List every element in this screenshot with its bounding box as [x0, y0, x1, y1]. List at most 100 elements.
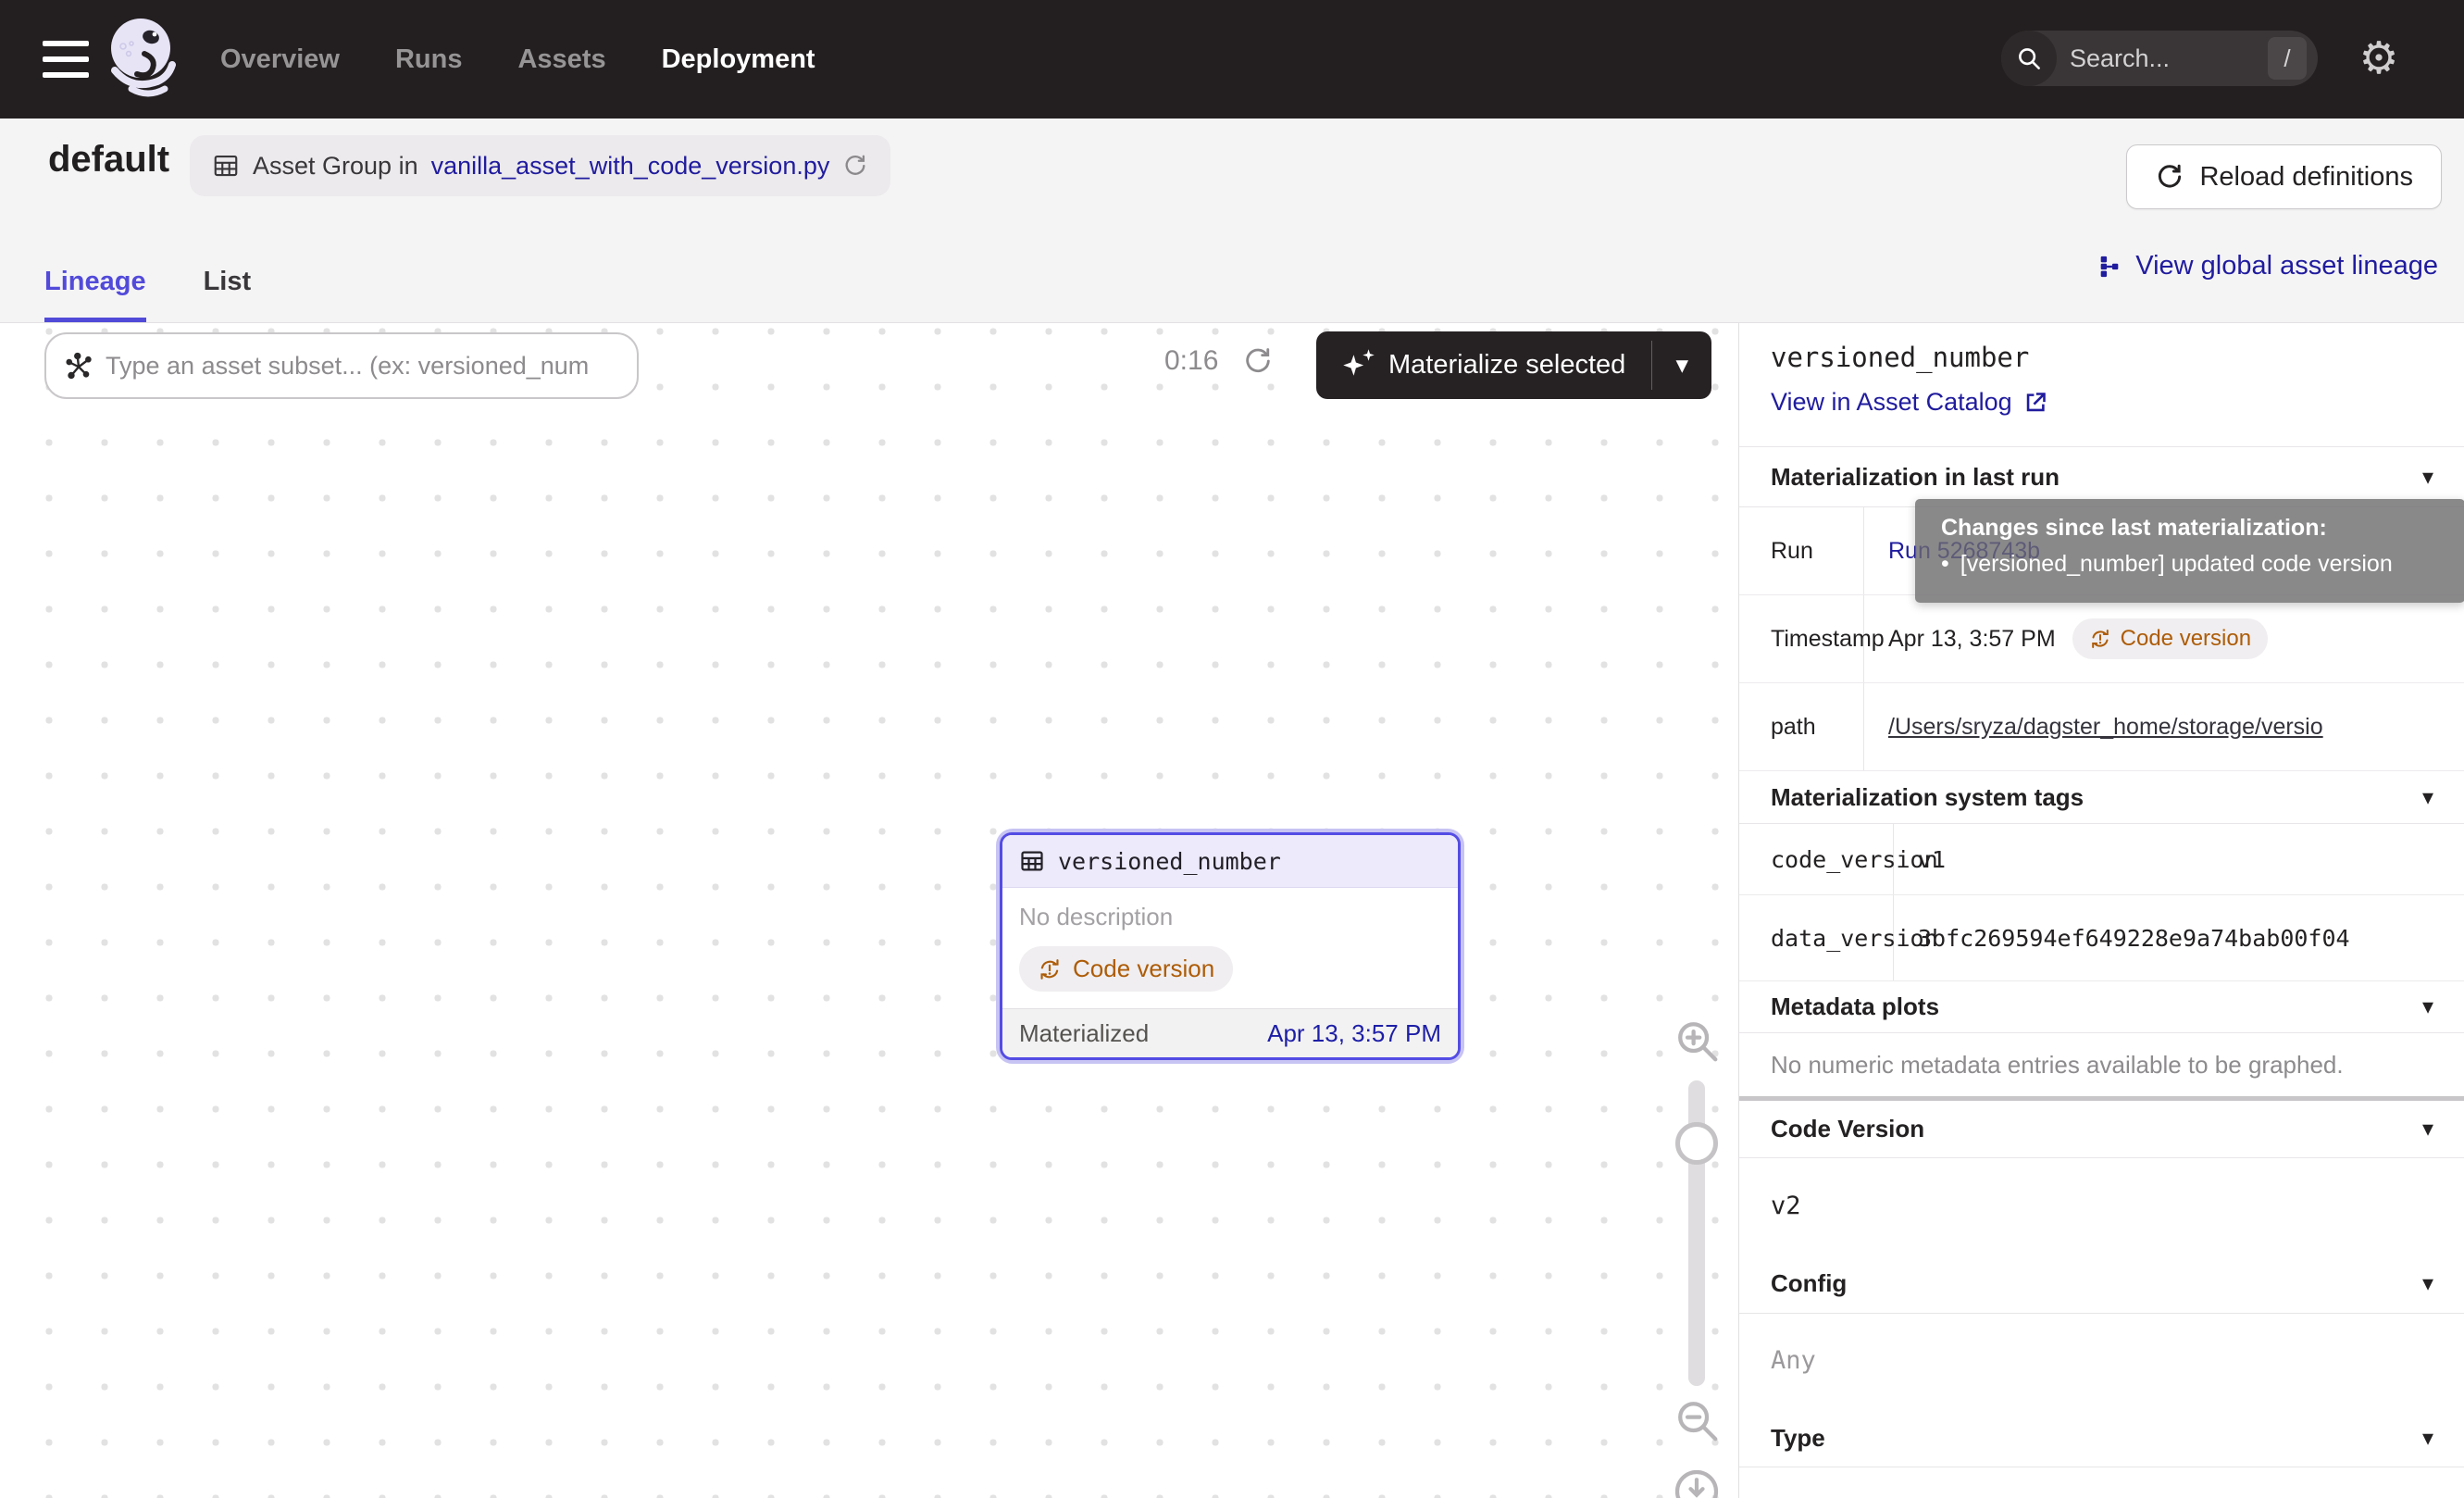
asset-subset-input[interactable]	[106, 352, 618, 381]
external-link-icon	[2023, 390, 2048, 415]
data-version-key: data_version	[1739, 895, 1894, 980]
section-config[interactable]: Config ▾	[1739, 1255, 2464, 1314]
section-title: Type	[1771, 1424, 1825, 1453]
nav-overview[interactable]: Overview	[220, 44, 340, 75]
table-icon	[1019, 848, 1045, 874]
bullet-icon: •	[1941, 551, 1949, 578]
materialized-timestamp[interactable]: Apr 13, 3:57 PM	[1267, 1019, 1441, 1048]
gear-icon[interactable]: ⚙	[2353, 33, 2405, 85]
chevron-down-icon: ▾	[2422, 784, 2433, 811]
materialize-selected-button[interactable]: Materialize selected	[1316, 331, 1651, 399]
graph-query-icon	[65, 352, 93, 380]
section-metadata-plots[interactable]: Metadata plots ▾	[1739, 981, 2464, 1033]
timestamp-label: Timestamp	[1739, 595, 1864, 682]
section-materialization-system-tags[interactable]: Materialization system tags ▾	[1739, 771, 2464, 824]
section-title: Code Version	[1771, 1115, 1924, 1143]
asset-node-footer: Materialized Apr 13, 3:57 PM	[1002, 1008, 1458, 1057]
materialize-selected-label: Materialize selected	[1388, 350, 1625, 381]
asset-subset-filter[interactable]	[44, 332, 639, 399]
chevron-down-icon: ▾	[2422, 993, 2433, 1020]
refresh-timer: 0:16	[1164, 345, 1274, 377]
menu-icon[interactable]	[43, 41, 89, 78]
changed-icon	[2089, 628, 2111, 650]
asset-group-tag: Asset Group in vanilla_asset_with_code_v…	[190, 135, 890, 196]
materialize-button-group: Materialize selected ▾	[1316, 331, 1711, 399]
search-icon	[2001, 31, 2057, 86]
timestamp-value: Apr 13, 3:57 PM	[1888, 626, 2056, 653]
code-version-value: v1	[1894, 824, 2464, 894]
nav-deployment[interactable]: Deployment	[662, 44, 815, 75]
zoom-out-icon[interactable]	[1672, 1395, 1722, 1445]
section-title: Materialization system tags	[1771, 783, 2084, 812]
code-version-badge: Code version	[1019, 946, 1233, 992]
code-version-tag-row: code_version v1	[1739, 824, 2464, 895]
code-version-badge-label: Code version	[1073, 955, 1214, 983]
metadata-plots-empty-text: No numeric metadata entries available to…	[1771, 1033, 2344, 1096]
tab-list[interactable]: List	[204, 267, 252, 322]
zoom-slider-handle[interactable]	[1675, 1122, 1718, 1165]
dagster-app: Overview Runs Assets Deployment / ⚙ defa…	[0, 0, 2464, 1498]
changes-tooltip: Changes since last materialization: • [v…	[1915, 499, 2464, 603]
asset-detail-panel: versioned_number View in Asset Catalog M…	[1738, 323, 2464, 1498]
refresh-icon[interactable]	[842, 153, 868, 179]
chevron-down-icon: ▾	[2422, 1116, 2433, 1142]
changed-icon	[1038, 957, 1062, 981]
dagster-logo[interactable]	[104, 13, 180, 106]
view-global-asset-lineage-label: View global asset lineage	[2135, 251, 2438, 281]
timestamp-row: Timestamp Apr 13, 3:57 PM Code version	[1739, 595, 2464, 683]
view-global-asset-lineage-link[interactable]: View global asset lineage	[2097, 251, 2438, 281]
download-image-icon[interactable]	[1671, 1466, 1723, 1498]
section-type[interactable]: Type ▾	[1739, 1409, 2464, 1467]
search-bar[interactable]: /	[2001, 31, 2318, 86]
path-row: path /Users/sryza/dagster_home/storage/v…	[1739, 683, 2464, 771]
section-title: Materialization in last run	[1771, 463, 2060, 492]
tab-lineage[interactable]: Lineage	[44, 267, 146, 322]
section-title: Config	[1771, 1269, 1847, 1298]
asset-group-file-link[interactable]: vanilla_asset_with_code_version.py	[431, 152, 830, 181]
zoom-in-icon[interactable]	[1672, 1016, 1722, 1066]
refresh-icon	[2155, 162, 2184, 192]
code-version-badge-label: Code version	[2121, 626, 2251, 652]
code-version-key: code_version	[1739, 824, 1894, 894]
lineage-graph-icon	[2097, 254, 2122, 280]
code-version-badge: Code version	[2072, 618, 2268, 659]
data-version-tag-row: data_version 3bfc269594ef649228e9a74bab0…	[1739, 895, 2464, 981]
lineage-canvas[interactable]: 0:16 Materialize selected	[0, 323, 1738, 1498]
asset-node-header: versioned_number	[1002, 835, 1458, 888]
asset-node-versioned-number[interactable]: versioned_number No description Code ver…	[996, 829, 1464, 1064]
asset-group-label: Asset Group in	[253, 152, 418, 181]
nav-assets[interactable]: Assets	[517, 44, 605, 75]
zoom-controls	[1665, 1016, 1728, 1498]
view-tabs: Lineage List	[44, 267, 251, 322]
asset-node-name: versioned_number	[1058, 848, 1281, 875]
reload-definitions-button[interactable]: Reload definitions	[2126, 144, 2442, 209]
changes-tooltip-title: Changes since last materialization:	[1941, 515, 2439, 542]
page-header: default Asset Group in vanilla_asset_wit…	[0, 119, 2464, 323]
path-value-link[interactable]: /Users/sryza/dagster_home/storage/versio	[1888, 714, 2323, 741]
refresh-icon[interactable]	[1242, 345, 1274, 377]
code-version-current-value: v2	[1771, 1192, 1801, 1220]
nav-runs[interactable]: Runs	[395, 44, 463, 75]
section-code-version[interactable]: Code Version ▾	[1739, 1101, 2464, 1158]
zoom-slider[interactable]	[1688, 1080, 1705, 1386]
materialize-options-caret[interactable]: ▾	[1652, 331, 1711, 399]
chevron-down-icon: ▾	[2422, 1270, 2433, 1297]
path-label: path	[1739, 683, 1864, 770]
chevron-down-icon: ▾	[2422, 464, 2433, 491]
view-in-asset-catalog-link[interactable]: View in Asset Catalog	[1771, 388, 2048, 417]
view-in-asset-catalog-label: View in Asset Catalog	[1771, 388, 2012, 417]
section-title: Metadata plots	[1771, 992, 1939, 1021]
chevron-down-icon: ▾	[2422, 1425, 2433, 1452]
table-icon	[212, 152, 240, 180]
primary-nav: Overview Runs Assets Deployment	[220, 0, 815, 119]
shortcut-slash-badge: /	[2268, 37, 2307, 80]
sparkle-icon	[1342, 350, 1374, 381]
timer-value: 0:16	[1164, 345, 1218, 377]
dagster-octopus-icon	[104, 13, 180, 106]
run-label: Run	[1739, 507, 1864, 594]
search-input[interactable]	[2057, 44, 2268, 73]
data-version-value: 3bfc269594ef649228e9a74bab00f04	[1894, 895, 2464, 980]
materialized-status-label: Materialized	[1019, 1019, 1149, 1048]
panel-asset-name: versioned_number	[1771, 342, 2029, 373]
asset-node-body: No description Code version	[1002, 888, 1458, 1008]
